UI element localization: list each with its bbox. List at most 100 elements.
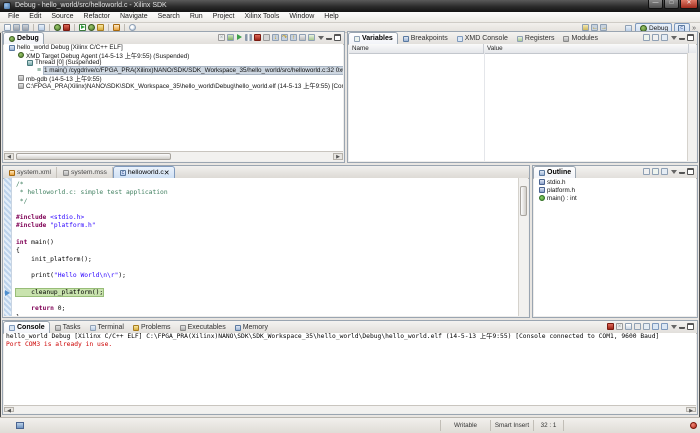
stepover-icon[interactable] — [281, 34, 288, 41]
tab-problems[interactable]: Problems — [128, 322, 175, 333]
tab-breakpoints[interactable]: Breakpoints — [398, 33, 452, 44]
clear-icon[interactable] — [625, 323, 632, 330]
minimize-button[interactable]: — — [648, 0, 663, 9]
scroll-right-icon[interactable]: ▶ — [686, 407, 696, 412]
menu-window[interactable]: Window — [284, 12, 319, 22]
disconnect-icon[interactable] — [263, 34, 270, 41]
code-editor[interactable]: /* * helloworld.c: simple test applicati… — [4, 178, 528, 316]
tab-memory[interactable]: Memory — [230, 322, 272, 333]
search-icon[interactable] — [129, 24, 136, 31]
menu-navigate[interactable]: Navigate — [115, 12, 153, 22]
editor-tab-system-xml[interactable]: system.xml — [3, 167, 57, 178]
scroll-left-icon[interactable]: ◀ — [4, 153, 14, 160]
status-left-icon[interactable] — [16, 422, 24, 429]
save-icon[interactable] — [13, 24, 20, 31]
outline-item[interactable]: platform.h — [534, 186, 696, 194]
viewmenu-icon[interactable] — [670, 323, 677, 330]
viewmenu-icon[interactable] — [670, 34, 677, 41]
stop-icon[interactable] — [254, 34, 261, 41]
consoledd-icon[interactable] — [652, 323, 659, 330]
tab-tasks[interactable]: Tasks — [50, 322, 85, 333]
collapseall-icon[interactable] — [643, 168, 650, 175]
close-icon[interactable]: ✕ — [164, 169, 170, 177]
forward-icon[interactable] — [600, 24, 607, 31]
lastedit-icon[interactable] — [582, 24, 589, 31]
resume-icon[interactable] — [236, 34, 243, 41]
pin-icon[interactable] — [661, 34, 668, 41]
viewmenu-icon[interactable] — [317, 34, 324, 41]
close-button[interactable]: ✕ — [680, 0, 698, 9]
back-icon[interactable] — [591, 24, 598, 31]
restart-icon[interactable] — [227, 34, 234, 41]
showtypes-icon[interactable] — [643, 34, 650, 41]
stepreturn-icon[interactable] — [290, 34, 297, 41]
column-value[interactable]: Value — [484, 44, 689, 53]
consoledd-icon[interactable] — [661, 323, 668, 330]
min-icon[interactable] — [679, 35, 685, 40]
showtypes-icon[interactable] — [652, 168, 659, 175]
scroll-thumb[interactable] — [520, 186, 527, 216]
stepinto-icon[interactable] — [272, 34, 279, 41]
tab-terminal[interactable]: Terminal — [85, 322, 128, 333]
outline-item[interactable]: stdio.h — [534, 178, 696, 186]
exttools-icon[interactable] — [97, 24, 104, 31]
xilinx-icon[interactable] — [113, 24, 120, 31]
debug-hscrollbar[interactable]: ◀ ▶ — [4, 151, 343, 161]
pin-icon[interactable] — [643, 323, 650, 330]
suspend-icon[interactable] — [245, 34, 252, 41]
saveall-icon[interactable] — [22, 24, 29, 31]
debugbug-icon[interactable] — [54, 24, 61, 31]
debug-tree-row[interactable]: XMD Target Debug Agent (14-5-13 上午9:55) … — [4, 52, 343, 60]
menu-run[interactable]: Run — [185, 12, 208, 22]
editor-tab-helloworld-c[interactable]: helloworld.c✕ — [113, 166, 176, 178]
collapseall-icon[interactable] — [652, 34, 659, 41]
variables-vscrollbar[interactable] — [687, 53, 696, 161]
pin-icon[interactable] — [661, 168, 668, 175]
menu-xilinx-tools[interactable]: Xilinx Tools — [239, 12, 284, 22]
console-output[interactable]: hello_world Debug [Xilinx C/C++ ELF] C:\… — [4, 333, 696, 406]
dropframe-icon[interactable] — [299, 34, 306, 41]
column-name[interactable]: Name — [349, 44, 484, 53]
window-icon[interactable] — [38, 24, 45, 31]
viewmenu-icon[interactable] — [670, 168, 677, 175]
max-icon[interactable] — [334, 34, 341, 41]
console-hscrollbar[interactable]: ◀ ▶ — [4, 405, 696, 413]
maximize-button[interactable]: □ — [664, 0, 679, 9]
editor-tab-system-mss[interactable]: system.mss — [57, 167, 113, 178]
scroll-thumb[interactable] — [16, 153, 171, 160]
tab-console[interactable]: Console — [3, 321, 50, 333]
tab-xmd-console[interactable]: XMD Console — [452, 33, 512, 44]
notification-icon[interactable] — [690, 422, 697, 429]
scrolllock-icon[interactable] — [634, 323, 641, 330]
max-icon[interactable] — [687, 323, 694, 330]
scroll-right-icon[interactable]: ▶ — [333, 153, 343, 160]
scroll-left-icon[interactable]: ◀ — [4, 407, 14, 412]
min-icon[interactable] — [326, 35, 332, 40]
min-icon[interactable] — [679, 169, 685, 174]
tab-executables[interactable]: Executables — [175, 322, 230, 333]
editor-vscrollbar[interactable] — [518, 178, 528, 316]
menu-project[interactable]: Project — [208, 12, 240, 22]
stop-icon[interactable] — [607, 323, 614, 330]
removeterm-icon[interactable] — [616, 323, 623, 330]
menu-search[interactable]: Search — [153, 12, 185, 22]
menu-file[interactable]: File — [3, 12, 24, 22]
menu-help[interactable]: Help — [319, 12, 343, 22]
stepfilter-icon[interactable] — [308, 34, 315, 41]
debug-tree-row[interactable]: C:\FPGA_PRA(Xilinx)NANO\SDK\SDK_Workspac… — [4, 82, 343, 90]
tab-debug[interactable]: Debug — [3, 32, 44, 44]
tab-modules[interactable]: Modules — [558, 33, 601, 44]
menu-source[interactable]: Source — [46, 12, 78, 22]
outline-item[interactable]: main() : int — [534, 194, 696, 202]
run-icon[interactable] — [79, 24, 86, 31]
removeterm-icon[interactable] — [218, 34, 225, 41]
max-icon[interactable] — [687, 168, 694, 175]
menu-refactor[interactable]: Refactor — [79, 12, 115, 22]
terminate-icon[interactable] — [63, 24, 70, 31]
max-icon[interactable] — [687, 34, 694, 41]
menu-edit[interactable]: Edit — [24, 12, 46, 22]
debug-tree-row[interactable]: Thread [0] (Suspended) — [4, 59, 343, 67]
min-icon[interactable] — [679, 324, 685, 329]
new-icon[interactable] — [4, 24, 11, 31]
bug-icon[interactable] — [88, 24, 95, 31]
